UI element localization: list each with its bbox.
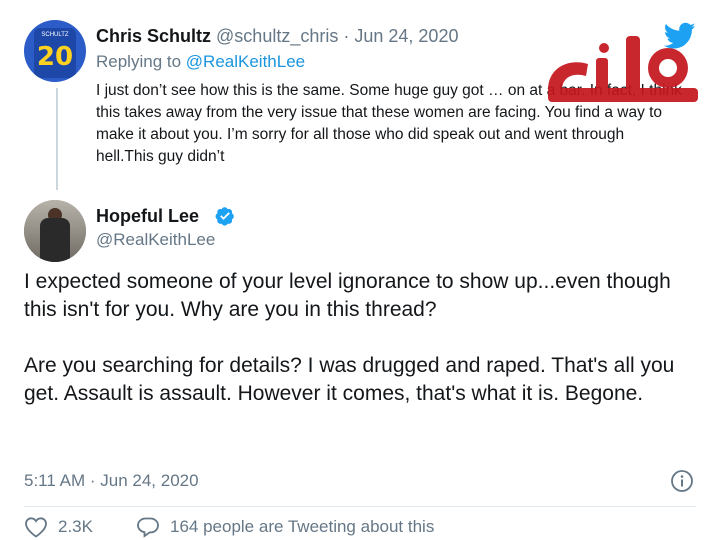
main-tweet-text: I expected someone of your level ignoran…: [24, 270, 675, 405]
like-count: 2.3K: [58, 517, 93, 536]
tweet-time: 5:11 AM: [24, 471, 86, 490]
verified-badge-icon: [215, 207, 234, 226]
divider: [24, 506, 696, 507]
reply-author-avatar[interactable]: SCHULTZ 20: [24, 20, 86, 82]
reply-header: Chris Schultz @schultz_chris · Jun 24, 2…: [96, 26, 458, 47]
reply-separator: ·: [343, 26, 350, 46]
embedded-tweet-card: SCHULTZ 20 Chris Schultz @schultz_chris …: [0, 0, 720, 540]
reply-author-handle[interactable]: @schultz_chris: [216, 26, 338, 46]
conversation-link[interactable]: 164 people are Tweeting about this: [136, 516, 434, 538]
thread-connector-line: [56, 88, 58, 190]
avatar-body: [40, 218, 70, 262]
main-author-avatar[interactable]: [24, 200, 86, 262]
jersey-number: 20: [36, 42, 74, 72]
heart-icon: [25, 517, 47, 538]
replying-to-link[interactable]: @RealKeithLee: [186, 52, 305, 71]
watermark-logo: [548, 36, 698, 102]
main-author-handle[interactable]: @RealKeithLee: [96, 230, 215, 250]
reply-date[interactable]: Jun 24, 2020: [354, 26, 458, 46]
tweet-date: Jun 24, 2020: [100, 471, 199, 490]
main-author-name[interactable]: Hopeful Lee: [96, 206, 199, 227]
replying-prefix: Replying to: [96, 52, 182, 71]
speech-bubble-icon: [137, 517, 159, 538]
like-action[interactable]: 2.3K: [24, 516, 93, 538]
timestamp-separator: ·: [89, 471, 96, 490]
info-icon[interactable]: [670, 469, 694, 493]
tweeting-about-text: 164 people are Tweeting about this: [170, 517, 435, 536]
reply-author-name[interactable]: Chris Schultz: [96, 26, 211, 46]
tweet-timestamp[interactable]: 5:11 AM · Jun 24, 2020: [24, 471, 199, 491]
jersey-name: SCHULTZ: [41, 32, 69, 38]
replying-to-line: Replying to @RealKeithLee: [96, 52, 305, 72]
